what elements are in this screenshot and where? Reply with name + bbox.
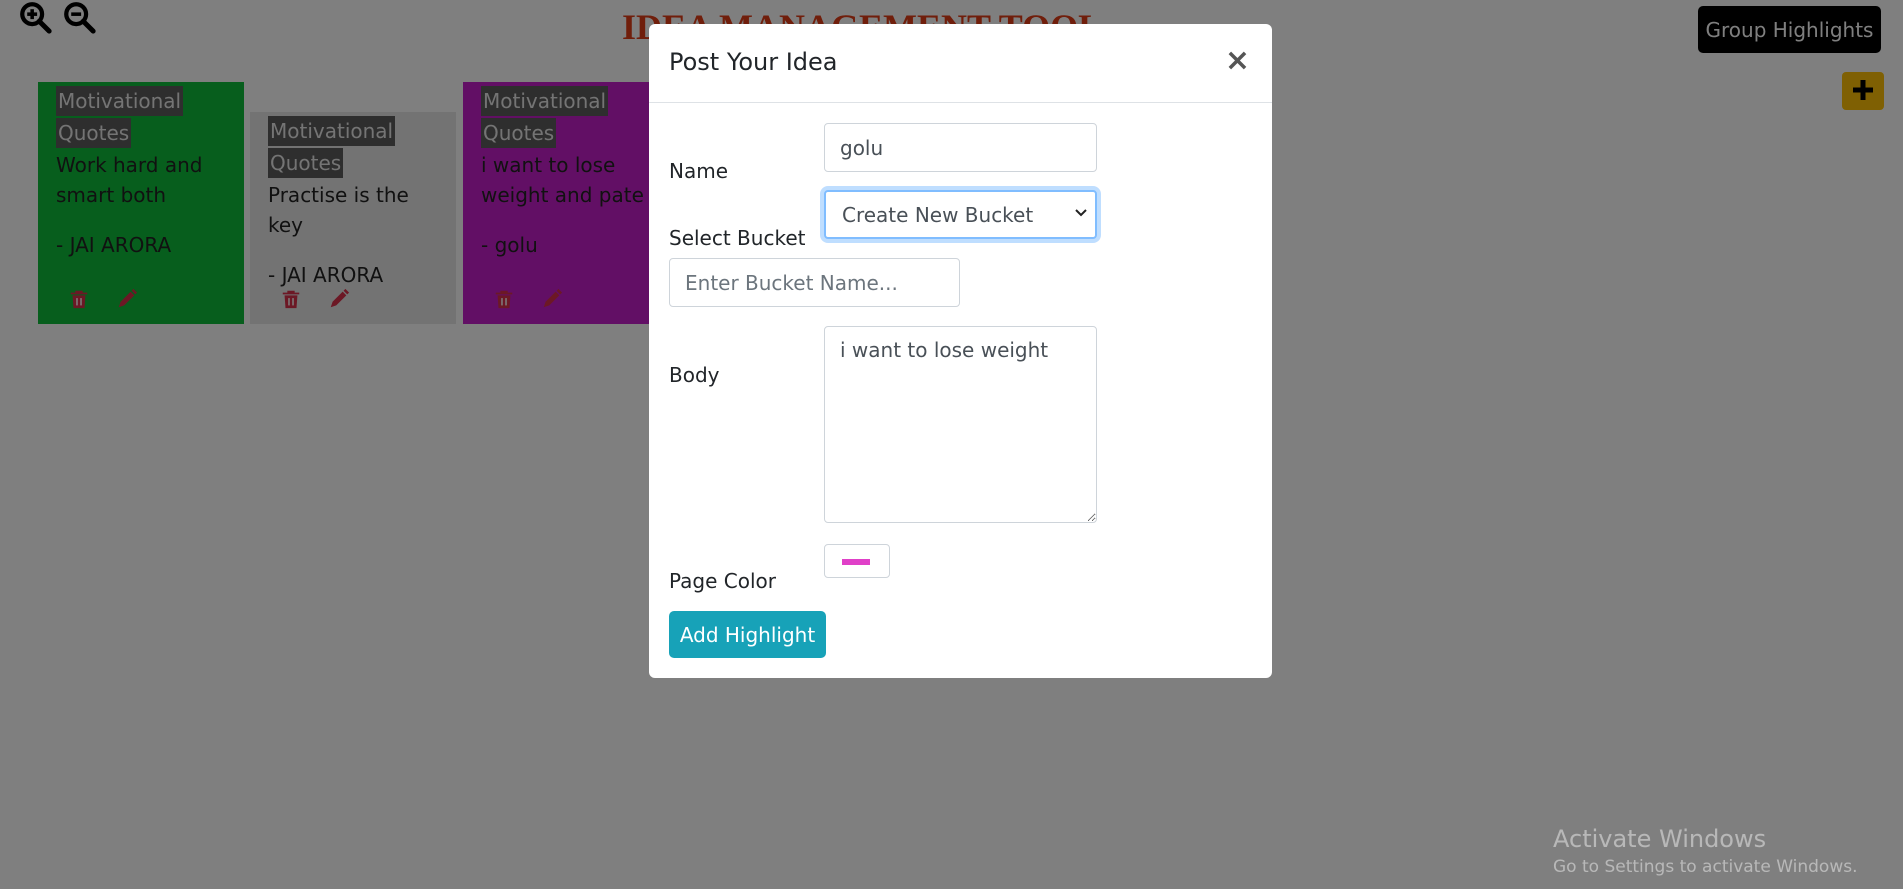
activate-windows-watermark: Activate Windows Go to Settings to activ…	[1553, 825, 1858, 877]
modal-title: Post Your Idea	[669, 48, 838, 76]
add-highlight-button[interactable]: Add Highlight	[669, 611, 826, 658]
body-label: Body	[669, 363, 720, 387]
body-textarea[interactable]: i want to lose weight	[824, 326, 1097, 523]
name-label: Name	[669, 159, 729, 183]
page-color-label: Page Color	[669, 569, 776, 593]
name-input[interactable]	[824, 123, 1097, 172]
bucket-name-input[interactable]	[669, 258, 960, 307]
app-root: IDEA MANAGEMENT TOOL Group Highlights Mo…	[0, 0, 1903, 889]
bucket-label: Select Bucket	[669, 226, 806, 250]
bucket-select[interactable]: Create New Bucket	[824, 190, 1097, 239]
close-icon[interactable]: ×	[1225, 46, 1250, 76]
color-swatch	[842, 559, 870, 565]
watermark-title: Activate Windows	[1553, 825, 1767, 853]
post-idea-modal: Post Your Idea × Name Select Bucket Crea…	[649, 24, 1272, 678]
modal-header: Post Your Idea ×	[649, 24, 1272, 103]
page-color-picker[interactable]	[824, 544, 890, 578]
watermark-subtitle: Go to Settings to activate Windows.	[1553, 857, 1858, 877]
